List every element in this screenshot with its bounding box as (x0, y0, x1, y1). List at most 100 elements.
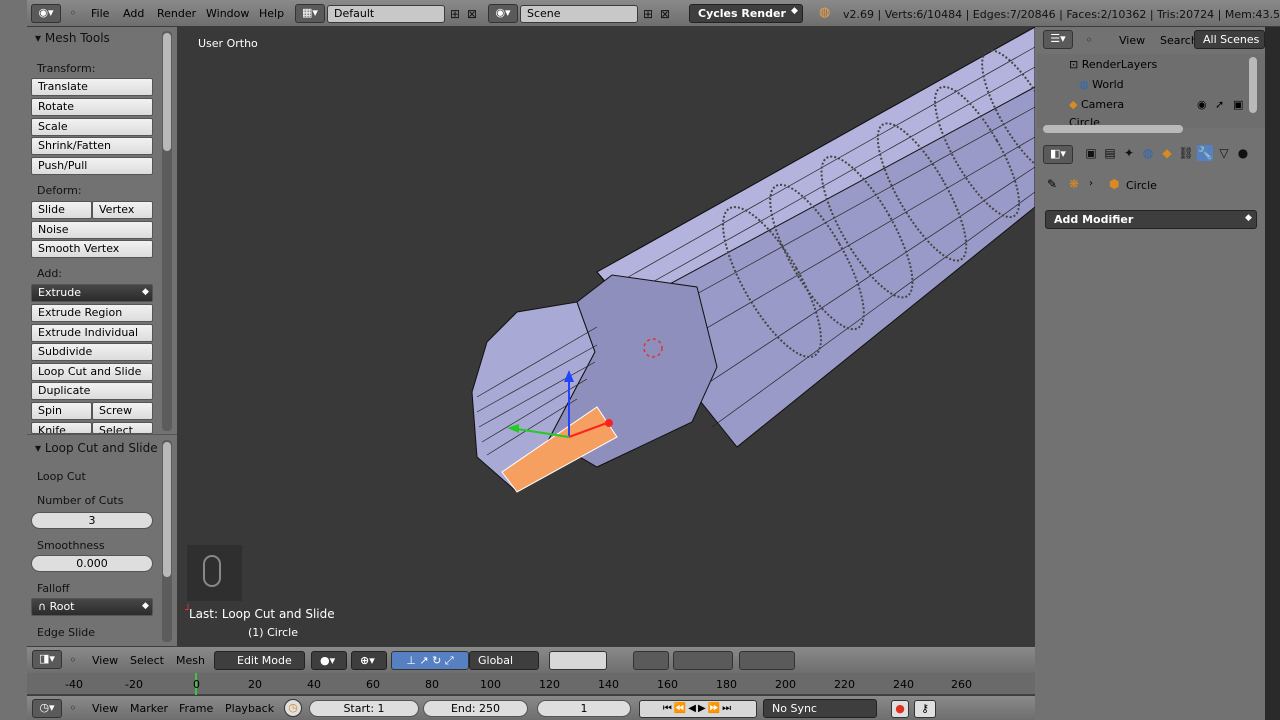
shading-select[interactable]: ●▾ (311, 651, 347, 670)
sync-select[interactable]: No Sync (763, 699, 877, 718)
world-tab-icon[interactable]: ◍ (1140, 145, 1156, 161)
tool-shelf-scroll-thumb[interactable] (163, 33, 171, 151)
spin-button[interactable]: Spin (31, 402, 92, 420)
viewport-view-menu[interactable]: View (92, 654, 118, 667)
layout-name-field[interactable]: Default (327, 5, 445, 23)
add-modifier-button[interactable]: Add Modifier (1045, 210, 1257, 229)
menu-help[interactable]: Help (259, 7, 284, 20)
properties-editor-button[interactable]: ◧▾ (1043, 145, 1073, 164)
shrink-fatten-button[interactable]: Shrink/Fatten (31, 137, 153, 155)
extrude-individual-button[interactable]: Extrude Individual (31, 324, 153, 342)
timeline-frame-menu[interactable]: Frame (179, 702, 213, 715)
operator-scroll-thumb[interactable] (163, 442, 171, 577)
scene-add-icon[interactable]: ⊞ (640, 6, 656, 22)
menu-add[interactable]: Add (123, 7, 144, 20)
noise-button[interactable]: Noise (31, 221, 153, 239)
rotate-button[interactable]: Rotate (31, 98, 153, 116)
menu-window[interactable]: Window (206, 7, 249, 20)
proportional-buttons[interactable] (633, 651, 669, 670)
constraints-tab-icon[interactable]: ⛓ (1178, 145, 1194, 161)
layout-add-icon[interactable]: ⊞ (447, 6, 463, 22)
object-tab-icon[interactable]: ◆ (1159, 145, 1175, 161)
orientation-select[interactable]: Global (469, 651, 539, 670)
slide-edge-button[interactable]: Slide Edge (31, 201, 92, 232)
outliner-hscroll[interactable] (1043, 125, 1183, 133)
subdivide-button[interactable]: Subdivide (31, 343, 153, 361)
select-mode-buttons[interactable] (549, 651, 607, 670)
timeline-collapse-icon[interactable]: ◦ (65, 700, 81, 716)
outliner-collapse-icon[interactable]: ◦ (1081, 32, 1097, 48)
operator-panel-header[interactable]: ▾ Loop Cut and Slide (35, 441, 158, 455)
scene-remove-icon[interactable]: ⊠ (657, 6, 673, 22)
viewport-editor-button[interactable]: ◨▾ (32, 650, 62, 669)
material-tab-icon[interactable]: ● (1235, 145, 1251, 161)
extrude-button[interactable]: Extrude (31, 284, 153, 302)
blender-menu-icon[interactable]: ◉▾ (31, 4, 61, 23)
pivot-select[interactable]: ⊕▾ (351, 651, 387, 670)
screw-button[interactable]: Screw (92, 402, 153, 420)
viewport-collapse-icon[interactable]: ◦ (65, 652, 81, 668)
collapse-icon[interactable]: ◦ (65, 5, 81, 21)
pin-icon[interactable]: ✎ (1047, 177, 1057, 191)
cursor-icon[interactable]: ➚ (1215, 98, 1224, 111)
render-tab-icon[interactable]: ▣ (1083, 145, 1099, 161)
smoothness-field[interactable]: 0.000 (31, 555, 153, 572)
layout-remove-icon[interactable]: ⊠ (464, 6, 480, 22)
tool-shelf-scrollbar[interactable] (162, 31, 172, 431)
translate-button[interactable]: Translate (31, 78, 153, 96)
playback-controls[interactable]: ⏮⏪◀▶⏩⏭ (639, 700, 757, 718)
eye-icon[interactable]: ◉ (1197, 98, 1207, 111)
timeline-playback-menu[interactable]: Playback (225, 702, 274, 715)
outliner-search-menu[interactable]: Search (1160, 34, 1198, 47)
keying-set-icon[interactable]: ⚷ (914, 700, 936, 718)
outliner-vscroll[interactable] (1249, 57, 1257, 113)
render-icon[interactable]: ▣ (1233, 98, 1243, 111)
outliner-item-world[interactable]: ◍ World (1079, 78, 1124, 91)
knife-button[interactable]: Knife (31, 422, 92, 434)
outliner-view-menu[interactable]: View (1119, 34, 1145, 47)
menu-file[interactable]: File (91, 7, 109, 20)
layout-selector-button[interactable]: ▦▾ (295, 4, 325, 23)
data-tab-icon[interactable]: ▽ (1216, 145, 1232, 161)
extrude-region-button[interactable]: Extrude Region (31, 304, 153, 322)
camera-label: Camera (1080, 98, 1125, 111)
record-icon[interactable]: ● (891, 700, 909, 718)
preview-range-icon[interactable]: ◷ (284, 699, 302, 717)
render-preview-buttons[interactable] (739, 651, 795, 670)
number-of-cuts-field[interactable]: 3 (31, 512, 153, 529)
mesh-tools-header[interactable]: ▾ Mesh Tools (35, 31, 110, 45)
smooth-vertex-button[interactable]: Smooth Vertex (31, 240, 153, 258)
snap-buttons[interactable] (673, 651, 733, 670)
outliner-item-camera[interactable]: ◆ Camera (1069, 98, 1124, 111)
duplicate-button[interactable]: Duplicate (31, 382, 153, 400)
slide-vertex-button[interactable]: Vertex (92, 201, 153, 219)
timeline-editor-button[interactable]: ◷▾ (32, 699, 62, 718)
outliner-filter-select[interactable]: All Scenes (1194, 30, 1265, 49)
mesh-render[interactable] (177, 27, 1035, 646)
falloff-select[interactable]: ∩ Root (31, 598, 153, 616)
operator-scrollbar[interactable] (162, 440, 172, 642)
mode-select[interactable]: Edit Mode (214, 651, 305, 670)
3d-viewport[interactable]: User Ortho Last: Loop Cut and Slide (1) … (177, 27, 1035, 646)
scene-name-field[interactable]: Scene (520, 5, 638, 23)
viewport-select-menu[interactable]: Select (130, 654, 164, 667)
push-pull-button[interactable]: Push/Pull (31, 157, 153, 175)
viewport-mesh-menu[interactable]: Mesh (176, 654, 205, 667)
start-frame-field[interactable]: Start: 1 (309, 700, 419, 717)
timeline-marker-menu[interactable]: Marker (130, 702, 168, 715)
knife-select-button[interactable]: Select (92, 422, 153, 434)
timeline-view-menu[interactable]: View (92, 702, 118, 715)
outliner-editor-button[interactable]: ☰▾ (1043, 30, 1073, 49)
menu-render[interactable]: Render (157, 7, 196, 20)
loop-cut-slide-button[interactable]: Loop Cut and Slide (31, 363, 153, 381)
wrench-icon[interactable]: 🔧 (1197, 145, 1213, 161)
scene-selector-button[interactable]: ◉▾ (488, 4, 518, 23)
scale-button[interactable]: Scale (31, 118, 153, 136)
render-engine-select[interactable]: Cycles Render (689, 4, 803, 23)
timeline[interactable]: -40 -20 0 20 40 60 80 100 120 140 160 18… (27, 673, 1035, 695)
end-frame-field[interactable]: End: 250 (423, 700, 528, 717)
scene-tab-icon[interactable]: ✦ (1121, 145, 1137, 161)
outliner-item-renderlayers[interactable]: ⊡ RenderLayers (1069, 58, 1157, 71)
current-frame-field[interactable]: 1 (537, 700, 631, 717)
layers-tab-icon[interactable]: ▤ (1102, 145, 1118, 161)
